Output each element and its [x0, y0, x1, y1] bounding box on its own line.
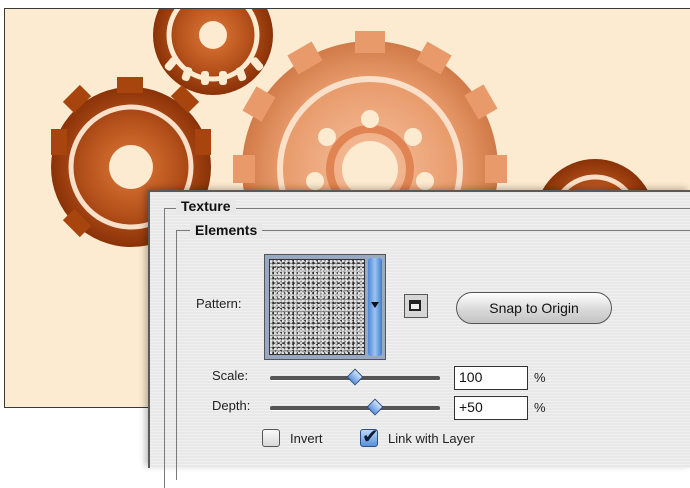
new-preset-icon	[409, 300, 421, 311]
snap-to-origin-button[interactable]: Snap to Origin	[456, 292, 612, 324]
scale-unit: %	[534, 370, 546, 385]
depth-unit: %	[534, 400, 546, 415]
invert-checkbox[interactable]	[262, 429, 280, 447]
scale-label: Scale:	[212, 368, 249, 383]
pattern-label: Pattern:	[196, 296, 242, 311]
texture-group-title: Texture	[176, 198, 236, 214]
top-gear	[153, 9, 273, 95]
link-with-layer-checkbox[interactable]	[360, 424, 379, 448]
elements-group-title: Elements	[190, 222, 263, 238]
scale-input[interactable]: 100	[454, 366, 528, 390]
depth-label: Depth:	[212, 398, 251, 413]
depth-slider-track[interactable]	[270, 406, 440, 411]
chevron-down-icon	[371, 302, 379, 308]
pattern-picker[interactable]	[264, 254, 386, 360]
depth-input[interactable]: +50	[454, 396, 528, 420]
pattern-dropdown-button[interactable]	[368, 258, 382, 356]
pattern-swatch[interactable]	[269, 259, 365, 355]
new-preset-button[interactable]	[404, 294, 428, 318]
link-with-layer-label: Link with Layer	[388, 431, 475, 446]
invert-label: Invert	[290, 431, 323, 446]
texture-dialog: Texture Elements Pattern: Snap to Origin…	[148, 190, 690, 488]
